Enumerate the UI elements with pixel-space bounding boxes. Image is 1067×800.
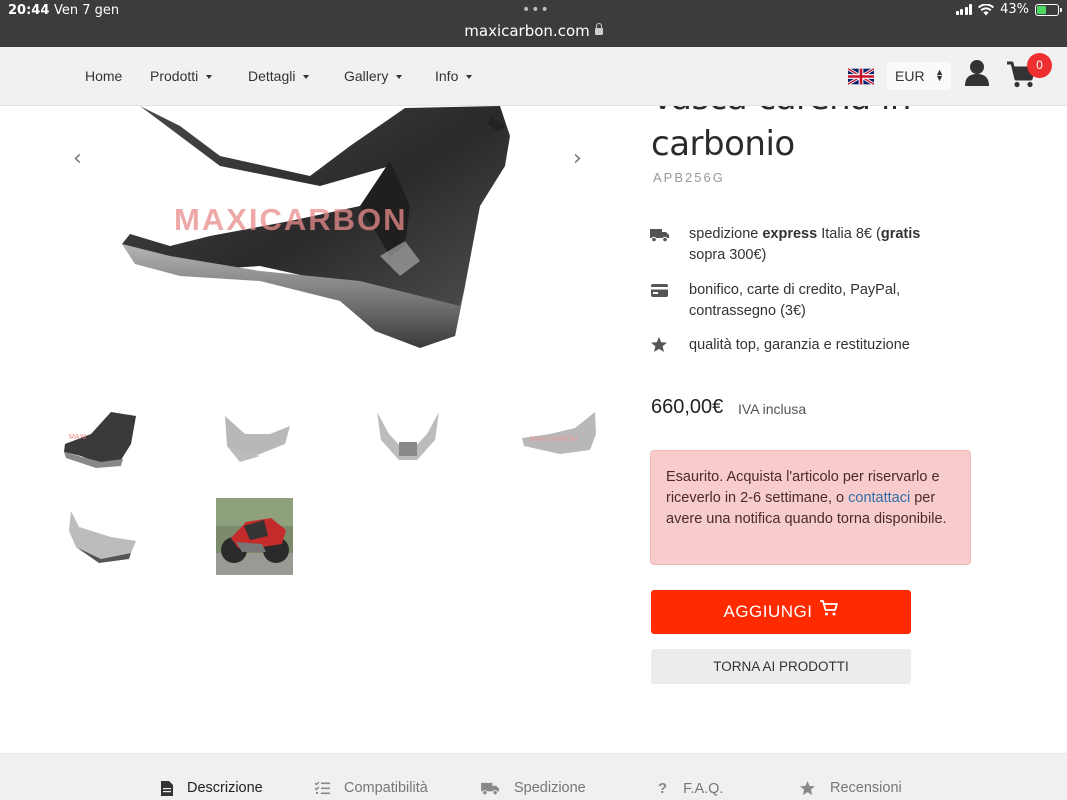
vat-note: IVA inclusa [738, 401, 807, 417]
tab-dots-icon[interactable]: ••• [522, 2, 550, 18]
product-tabs: Descrizione Compatibilità Spedizione ? F… [0, 753, 1067, 800]
thumbnail-6-photo[interactable] [216, 498, 293, 575]
product-title-line2: carbonio [651, 124, 795, 164]
contact-link[interactable]: contattaci [848, 490, 910, 506]
updown-chevron-icon: ▲▼ [935, 67, 944, 83]
signal-icon [955, 4, 973, 15]
user-account-icon[interactable] [964, 59, 990, 87]
tab-recensioni-label: Recensioni [830, 780, 902, 796]
shipping-text-2: Italia 8€ ( [817, 226, 881, 242]
nav-prodotti-label: Prodotti [150, 68, 199, 84]
nav-gallery-label: Gallery [344, 68, 389, 84]
tab-faq-label: F.A.Q. [683, 780, 724, 797]
status-time: 20:44 [8, 3, 50, 18]
prev-image-arrow-icon[interactable]: ‹ [73, 146, 82, 171]
product-main-image[interactable]: MAXICARBON [60, 106, 620, 386]
nav-home[interactable]: Home [85, 68, 122, 84]
url-text: maxicarbon.com [464, 22, 590, 40]
tab-recensioni[interactable]: Recensioni [799, 780, 902, 796]
cart-icon [819, 600, 838, 616]
feature-shipping: spedizione express Italia 8€ (gratis sop… [689, 224, 959, 266]
currency-select-top[interactable]: EUR ▲ ▼ [887, 62, 951, 90]
currency-value-top: EUR [895, 68, 925, 84]
add-to-cart-button[interactable]: AGGIUNGI [651, 590, 911, 634]
product-sku: APB256G [653, 170, 725, 185]
document-icon [161, 780, 173, 796]
wifi-icon [978, 3, 995, 16]
status-date: Ven 7 gen [54, 3, 120, 18]
thumbnail-5[interactable] [61, 497, 139, 575]
nav-info-label: Info [435, 68, 459, 84]
nav-dettagli[interactable]: Dettagli [248, 68, 310, 84]
tab-descrizione-label: Descrizione [187, 780, 263, 796]
thumbnail-3[interactable] [369, 404, 447, 482]
back-to-products-button[interactable]: TORNA AI PRODOTTI [651, 649, 911, 684]
nav-dettagli-label: Dettagli [248, 68, 296, 84]
shipping-text-bold: express [762, 226, 818, 242]
checklist-icon [315, 781, 330, 795]
svg-text:MAXI: MAXI [69, 434, 86, 441]
nav-info[interactable]: Info [435, 68, 473, 84]
shipping-text-1: spedizione [689, 226, 763, 242]
tab-spedizione[interactable]: Spedizione [481, 780, 586, 796]
tab-faq[interactable]: ? F.A.Q. [658, 780, 723, 797]
address-bar[interactable]: maxicarbon.com [0, 22, 1067, 40]
thumbnail-1[interactable]: MAXI [61, 404, 139, 482]
chevron-down-icon [396, 75, 403, 80]
watermark-logo: MAXICARBON [174, 202, 408, 238]
out-of-stock-alert: Esaurito. Acquista l'articolo per riserv… [650, 450, 971, 565]
star-icon [800, 780, 815, 795]
cart-badge[interactable]: 0 [1027, 53, 1052, 78]
tab-descrizione[interactable]: Descrizione [161, 780, 263, 796]
lock-icon [594, 23, 603, 35]
uk-flag-icon-top[interactable] [848, 68, 874, 85]
product-price: 660,00€ [651, 396, 724, 418]
tab-compatibilita[interactable]: Compatibilità [315, 780, 428, 796]
credit-card-icon [651, 284, 668, 297]
battery-icon [1035, 3, 1062, 16]
nav-prodotti[interactable]: Prodotti [150, 68, 213, 84]
shipping-text-3: sopra 300€) [689, 247, 767, 263]
tab-compatibilita-label: Compatibilità [344, 780, 428, 796]
add-button-label: AGGIUNGI [723, 602, 813, 621]
browser-status-bar: 20:44 Ven 7 gen ••• maxicarbon.com 43% [0, 0, 1067, 47]
battery-percent: 43% [1000, 2, 1029, 17]
feature-payment: bonifico, carte di credito, PayPal, cont… [689, 282, 901, 319]
chevron-down-icon [206, 75, 213, 80]
thumbnail-4[interactable]: MAXICARBON [520, 404, 598, 482]
truck-icon [650, 229, 669, 243]
shipping-text-bold2: gratis [880, 226, 921, 242]
nav-gallery[interactable]: Gallery [344, 68, 403, 84]
svg-text:MAXICARBON: MAXICARBON [530, 436, 577, 443]
truck-icon [481, 782, 499, 795]
thumbnail-2[interactable] [215, 404, 293, 482]
chevron-down-icon [466, 75, 473, 80]
feature-quality: qualità top, garanzia e restituzione [689, 337, 910, 353]
watermark-text: MAXICARBON [174, 202, 408, 237]
chevron-down-icon [303, 75, 310, 80]
question-icon: ? [658, 780, 668, 797]
star-icon [651, 337, 667, 352]
next-image-arrow-icon[interactable]: › [573, 146, 582, 171]
tab-spedizione-label: Spedizione [514, 780, 586, 796]
nav-divider [640, 105, 1067, 106]
